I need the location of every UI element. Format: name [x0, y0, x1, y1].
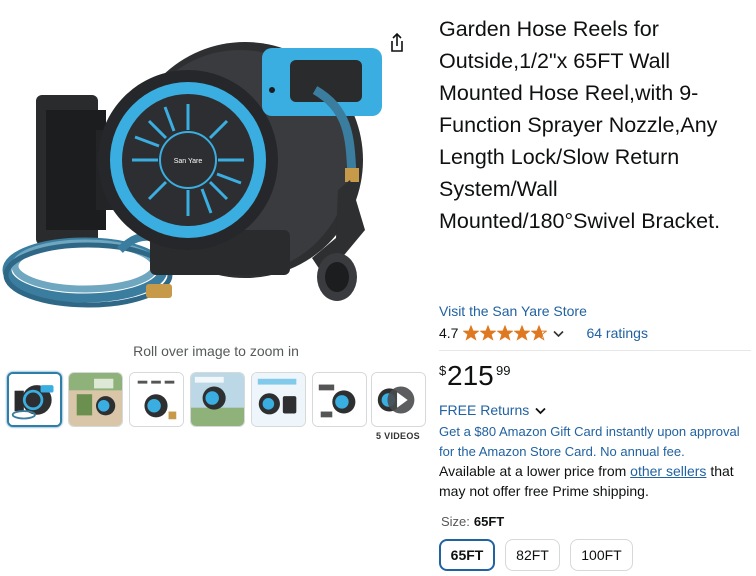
- thumbnail-2[interactable]: [68, 372, 123, 427]
- ratings-count-link[interactable]: 64 ratings: [586, 325, 647, 341]
- thumbnail-4[interactable]: [190, 372, 245, 427]
- size-option-65ft[interactable]: 65FT: [439, 539, 495, 571]
- size-label: Size:: [441, 514, 470, 529]
- divider: [439, 350, 751, 351]
- gift-card-offer-link[interactable]: Get a $80 Amazon Gift Card instantly upo…: [439, 422, 754, 462]
- rating-value: 4.7: [439, 325, 459, 341]
- svg-text:San Yare: San Yare: [174, 158, 203, 165]
- size-value: 65FT: [473, 514, 505, 529]
- price-whole: 215: [447, 360, 494, 391]
- star-rating[interactable]: [463, 325, 548, 341]
- chevron-down-icon[interactable]: [553, 325, 565, 341]
- size-selector-label: Size: 65FT: [441, 514, 504, 529]
- main-product-image[interactable]: San Yare: [0, 0, 430, 335]
- star-icon: [531, 325, 548, 341]
- star-icon: [497, 325, 514, 341]
- availability-prefix: Available at a lower price from: [439, 463, 631, 479]
- free-returns-link[interactable]: FREE Returns: [439, 402, 546, 418]
- chevron-down-icon[interactable]: [535, 402, 546, 418]
- price-fraction: 99: [496, 363, 511, 378]
- star-icon: [463, 325, 480, 341]
- size-option-100ft[interactable]: 100FT: [570, 539, 633, 571]
- star-icon: [480, 325, 497, 341]
- thumbnail-videos[interactable]: [371, 372, 426, 427]
- thumbnail-5[interactable]: [251, 372, 306, 427]
- zoom-hint: Roll over image to zoom in: [133, 343, 299, 359]
- videos-label: 5 VIDEOS: [376, 431, 420, 441]
- star-icon: [514, 325, 531, 341]
- price-symbol: $: [439, 363, 447, 378]
- size-option-82ft[interactable]: 82FT: [505, 539, 560, 571]
- other-sellers-link[interactable]: other sellers: [630, 463, 706, 479]
- thumbnail-1[interactable]: [7, 372, 62, 427]
- share-icon[interactable]: [384, 30, 410, 56]
- free-returns-label: FREE Returns: [439, 402, 530, 418]
- store-link[interactable]: Visit the San Yare Store: [439, 303, 587, 319]
- thumbnail-6[interactable]: [312, 372, 367, 427]
- availability-note: Available at a lower price from other se…: [439, 461, 754, 501]
- thumbnail-3[interactable]: [129, 372, 184, 427]
- rating-row: 4.7 64 ratings: [439, 323, 648, 343]
- product-title: Garden Hose Reels for Outside,1/2"x 65FT…: [439, 17, 721, 233]
